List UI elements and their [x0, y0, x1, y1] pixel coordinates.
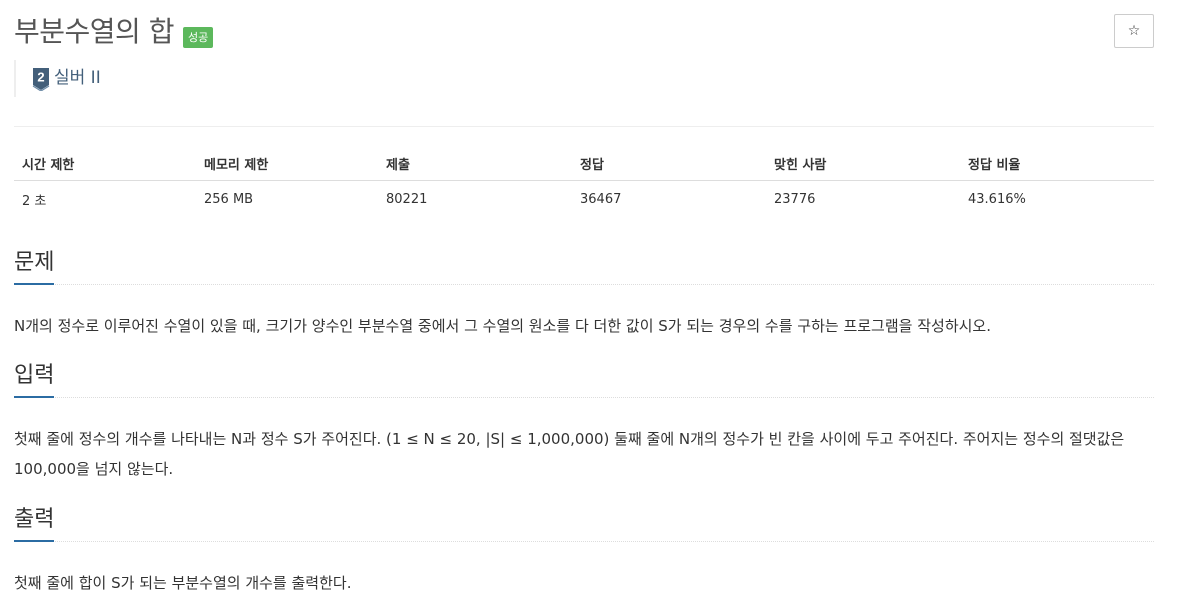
header-accepted: 정답 [572, 146, 766, 181]
tier-info: 2 실버 II [14, 60, 101, 97]
tier-number: 2 [37, 70, 44, 85]
header-accept-rate: 정답 비율 [960, 146, 1154, 181]
tier-link[interactable]: 실버 II [54, 66, 101, 90]
header-time-limit: 시간 제한 [14, 146, 196, 181]
header-solvers: 맞힌 사람 [766, 146, 960, 181]
memory-limit-value: 256 MB [204, 191, 254, 207]
input-section-title: 입력 [14, 361, 55, 398]
problem-section-title: 문제 [14, 248, 55, 285]
solvers-value: 23776 [774, 191, 816, 207]
silver-tier-icon: 2 [32, 68, 50, 91]
header-memory-limit: 메모리 제한 [196, 146, 378, 181]
accepted-value: 36467 [580, 191, 622, 207]
output-section-title: 출력 [14, 505, 55, 542]
accept-rate-value: 43.616% [968, 191, 1026, 207]
table-row: 2 초 256 MB 80221 36467 23776 43.616% [14, 181, 1154, 218]
table-header-row: 시간 제한 메모리 제한 제출 정답 맞힌 사람 정답 비율 [14, 146, 1154, 181]
result-badge: 성공 [183, 27, 214, 48]
time-limit-value: 2 초 [22, 193, 47, 209]
divider [14, 126, 1154, 127]
star-button[interactable]: ☆ [1114, 14, 1154, 48]
star-icon: ☆ [1127, 23, 1141, 39]
input-section-header: 입력 [14, 361, 1154, 398]
header-submissions: 제출 [378, 146, 572, 181]
submissions-value: 80221 [386, 191, 428, 207]
problem-description: N개의 정수로 이루어진 수열이 있을 때, 크기가 양수인 부분수열 중에서 … [14, 317, 991, 335]
output-description: 첫째 줄에 합이 S가 되는 부분수열의 개수를 출력한다. [14, 574, 352, 592]
input-description: 첫째 줄에 정수의 개수를 나타내는 N과 정수 S가 주어진다. (1 ≤ N… [14, 430, 1125, 478]
problem-section-header: 문제 [14, 248, 1154, 285]
problem-info-table: 시간 제한 메모리 제한 제출 정답 맞힌 사람 정답 비율 2 초 256 M… [14, 146, 1154, 217]
problem-title: 부분수열의 합 [14, 15, 174, 48]
output-section-header: 출력 [14, 505, 1154, 542]
